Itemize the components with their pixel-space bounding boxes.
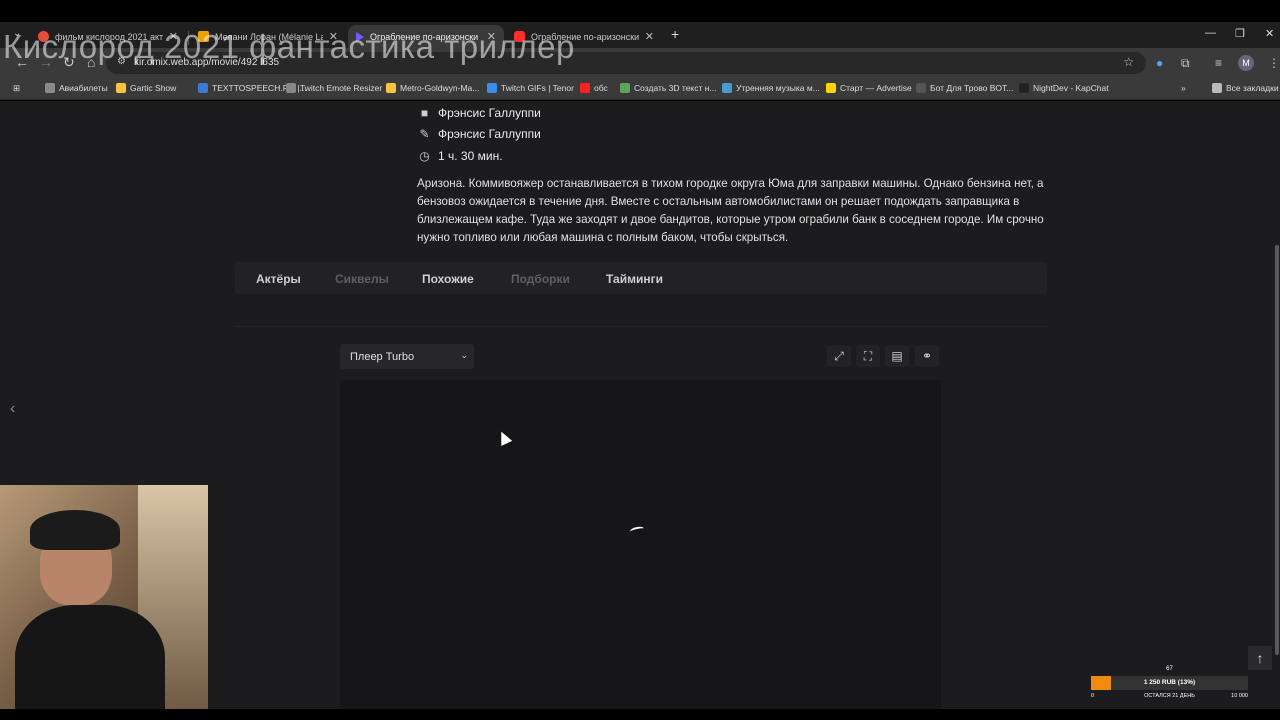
fullscreen-icon[interactable]: ⛶ xyxy=(856,345,880,367)
url-text[interactable]: kir.omix.web.app/movie/492 l635 xyxy=(134,57,279,68)
writer-row: ✎ Фрэнсис Галлуппи xyxy=(418,127,541,141)
donation-progress-bar: 1 250 RUB (13%) xyxy=(1091,676,1248,690)
tab-actors[interactable]: Актёры xyxy=(256,272,301,286)
bookmark-item[interactable]: Gartic Show xyxy=(116,83,176,93)
all-bookmarks[interactable]: Все закладки xyxy=(1212,83,1279,93)
restore-icon[interactable]: ❐ xyxy=(1235,27,1245,40)
more-bookmarks-icon[interactable]: » xyxy=(1181,83,1186,93)
reload-icon[interactable]: ↻ xyxy=(63,54,75,71)
pencil-icon: ✎ xyxy=(419,127,430,141)
minimize-icon[interactable]: — xyxy=(1205,27,1216,39)
donation-remaining: ОСТАЛСЯ 21 ДЕНЬ xyxy=(1144,693,1195,699)
address-bar[interactable]: ⚙ kir.omix.web.app/movie/492 l635 ☆ xyxy=(106,52,1146,74)
bookmark-star-icon[interactable]: ☆ xyxy=(1123,55,1134,69)
chevron-down-icon: ⌄ xyxy=(460,350,468,360)
tab-search-icon[interactable]: ⌄ xyxy=(13,28,21,39)
writer-name[interactable]: Фрэнсис Галлуппи xyxy=(438,127,541,141)
bookmark-item[interactable]: Бот Для Трово BOT... xyxy=(916,83,1013,93)
duration-row: ◷ 1 ч. 30 мин. xyxy=(418,149,503,163)
bookmark-favicon-icon xyxy=(45,83,55,93)
bookmark-item[interactable]: Metro-Goldwyn-Ma... xyxy=(386,83,479,93)
content-tabs: Актёры Сиквелы Похожие Подборки Тайминги xyxy=(235,262,1047,294)
bottom-black-band xyxy=(0,709,1280,720)
player-select[interactable]: Плеер Turbo ⌄ xyxy=(340,344,474,369)
profile-avatar[interactable]: M xyxy=(1238,55,1254,71)
bookmark-favicon-icon xyxy=(116,83,126,93)
donation-max: 10 000 xyxy=(1231,693,1248,699)
scrollbar-thumb[interactable] xyxy=(1275,245,1279,655)
site-icon xyxy=(198,31,209,42)
browser-tab[interactable]: фильм кислород 2021 актеры ✕ xyxy=(30,25,186,48)
link-icon[interactable]: ⚭ xyxy=(915,345,939,367)
bookmark-favicon-icon xyxy=(722,83,732,93)
bookmark-item[interactable]: Авиабилеты xyxy=(45,83,108,93)
bookmark-item[interactable]: Twitch GIFs | Tenor xyxy=(487,83,574,93)
yandex-icon xyxy=(38,31,49,42)
toolbar: ← → ↻ ⌂ ⚙ kir.omix.web.app/movie/492 l63… xyxy=(0,48,1280,78)
movie-description: Аризона. Коммивояжер останавливается в т… xyxy=(417,177,1044,244)
webcam-overlay xyxy=(0,485,208,720)
tab-sequels[interactable]: Сиквелы xyxy=(335,272,389,286)
bookmark-item[interactable]: Создать 3D текст н... xyxy=(620,83,717,93)
tab-similar[interactable]: Похожие xyxy=(422,272,474,286)
browser-tab-active[interactable]: Ограбление по-аризонски (2019) ✕ xyxy=(348,25,504,48)
bookmark-item[interactable]: Утренняя музыка м... xyxy=(722,83,820,93)
bookmark-favicon-icon xyxy=(620,83,630,93)
divider xyxy=(235,326,1047,327)
home-icon[interactable]: ⌂ xyxy=(87,54,95,70)
director-row: ■ Фрэнсис Галлуппи xyxy=(418,106,541,120)
video-player[interactable] xyxy=(340,380,941,709)
close-icon[interactable]: ✕ xyxy=(645,30,654,43)
media-control-icon[interactable]: ≡ xyxy=(1215,56,1222,70)
new-tab-button[interactable]: + xyxy=(671,26,679,42)
tab-collections[interactable]: Подборки xyxy=(511,272,570,286)
site-info-icon[interactable]: ⚙ xyxy=(117,56,126,67)
tab-strip: ⌄ фильм кислород 2021 актеры ✕ Мелани Ло… xyxy=(0,22,1280,48)
tab-separator xyxy=(188,31,189,45)
donation-amount: 1 250 RUB (13%) xyxy=(1143,679,1196,686)
bookmark-favicon-icon xyxy=(487,83,497,93)
tab-timings[interactable]: Тайминги xyxy=(606,272,663,286)
folder-icon xyxy=(1212,83,1222,93)
bookmark-item[interactable]: обс xyxy=(580,83,608,93)
duration-value: 1 ч. 30 мин. xyxy=(438,149,503,163)
close-icon[interactable]: ✕ xyxy=(487,30,496,43)
bookmark-item[interactable]: Twitch Emote Resizer xyxy=(286,83,382,93)
clapperboard-icon: ■ xyxy=(420,106,429,120)
extension-icon[interactable]: ● xyxy=(1156,56,1163,70)
browser-tab[interactable]: Ограбление по-аризонски - Р ✕ xyxy=(506,25,662,48)
donation-count: 67 xyxy=(1166,666,1173,672)
bookmark-favicon-icon xyxy=(826,83,836,93)
bookmark-favicon-icon xyxy=(1019,83,1029,93)
apps-grid-icon[interactable]: ⊞ xyxy=(13,83,20,94)
donation-goal-widget: 67 1 250 RUB (13%) 0 ОСТАЛСЯ 21 ДЕНЬ 10 … xyxy=(1091,666,1248,702)
clock-icon: ◷ xyxy=(419,149,430,163)
bookmark-favicon-icon xyxy=(916,83,926,93)
window-close-icon[interactable]: ✕ xyxy=(1265,27,1274,40)
bookmark-item[interactable]: Старт — Advertise xyxy=(826,83,912,93)
director-name[interactable]: Фрэнсис Галлуппи xyxy=(438,106,541,120)
back-icon[interactable]: ← xyxy=(15,54,29,70)
bookmark-favicon-icon xyxy=(198,83,208,93)
bookmark-favicon-icon xyxy=(386,83,396,93)
extensions-puzzle-icon[interactable]: ⧉ xyxy=(1181,56,1190,71)
bookmark-favicon-icon xyxy=(286,83,296,93)
browser-tab[interactable]: Мелани Лоран (Mélanie Laurent) ✕ xyxy=(190,25,346,48)
top-black-band xyxy=(0,0,1280,22)
menu-icon[interactable]: ⋮ xyxy=(1268,56,1280,70)
bookmarks-bar: ⊞ Авиабилеты Gartic Show TEXTTOSPEECH.RU |… xyxy=(0,78,1280,100)
scroll-to-top-button[interactable]: ↑ xyxy=(1248,646,1272,670)
youtube-icon xyxy=(514,31,525,42)
bookmark-item[interactable]: NightDev - KapChat xyxy=(1019,83,1109,93)
play-icon xyxy=(356,31,364,42)
expand-icon[interactable]: ⤢ xyxy=(827,345,851,367)
close-icon[interactable]: ✕ xyxy=(329,30,338,43)
comment-icon[interactable]: ▤ xyxy=(885,345,909,367)
forward-icon[interactable]: → xyxy=(39,54,53,70)
chevron-left-icon[interactable]: ‹ xyxy=(10,400,15,418)
close-icon[interactable]: ✕ xyxy=(169,30,178,43)
bookmark-favicon-icon xyxy=(580,83,590,93)
